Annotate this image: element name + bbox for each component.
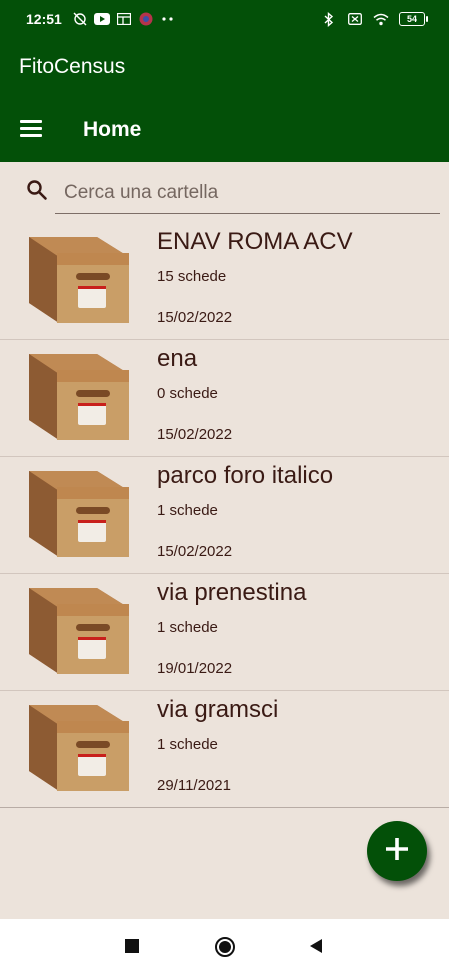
folder-count: 1 schede	[157, 502, 218, 519]
alarm-off-icon	[72, 11, 88, 27]
folder-date: 19/01/2022	[157, 660, 233, 677]
list-item[interactable]: parco foro italico 1 schede 15/02/2022	[0, 457, 449, 574]
wifi-icon	[373, 11, 389, 27]
back-triangle-icon[interactable]	[306, 936, 326, 956]
folder-count: 1 schede	[157, 619, 218, 636]
folder-box-icon	[27, 586, 131, 678]
app-title-bar: FitoCensus	[0, 40, 449, 95]
folder-count: 0 schede	[157, 385, 218, 402]
search-input[interactable]	[55, 172, 440, 214]
navigation-bar	[0, 919, 449, 973]
list-item[interactable]: ENAV ROMA ACV 15 schede 15/02/2022	[0, 223, 449, 340]
folder-count: 15 schede	[157, 268, 227, 285]
search-bar	[0, 162, 449, 222]
bluetooth-icon	[321, 11, 337, 27]
folder-date: 15/02/2022	[157, 543, 233, 560]
toolbar: Home	[0, 95, 449, 162]
folder-box-icon	[27, 352, 131, 444]
app-title: FitoCensus	[19, 55, 126, 78]
folder-name: parco foro italico	[157, 462, 334, 489]
list-item[interactable]: via prenestina 1 schede 19/01/2022	[0, 574, 449, 691]
folder-name: ENAV ROMA ACV	[157, 228, 353, 255]
cast-icon	[116, 11, 132, 27]
recents-square-icon[interactable]	[122, 936, 142, 956]
app-icon	[138, 11, 154, 27]
folder-count: 1 schede	[157, 736, 218, 753]
folder-box-icon	[27, 703, 131, 795]
plus-icon	[384, 836, 410, 867]
sim-x-icon	[347, 11, 363, 27]
search-icon	[25, 178, 49, 202]
youtube-icon	[94, 11, 110, 27]
folder-date: 15/02/2022	[157, 426, 233, 443]
more-dots-icon	[160, 11, 176, 27]
folder-date: 15/02/2022	[157, 309, 233, 326]
folder-list: ENAV ROMA ACV 15 schede 15/02/2022 ena 0 sch…	[0, 223, 449, 808]
page-title: Home	[83, 118, 142, 141]
list-item[interactable]: via gramsci 1 schede 29/11/2021	[0, 691, 449, 808]
battery-icon: 54	[399, 12, 428, 26]
add-folder-button[interactable]	[367, 821, 427, 881]
folder-name: ena	[157, 345, 198, 372]
folder-box-icon	[27, 469, 131, 561]
status-time: 12:51	[26, 11, 62, 27]
folder-date: 29/11/2021	[157, 777, 231, 794]
home-circle-icon[interactable]	[214, 936, 235, 957]
status-bar: 12:51 54	[0, 0, 449, 40]
folder-box-icon	[27, 235, 131, 327]
folder-name: via gramsci	[157, 696, 279, 723]
folder-name: via prenestina	[157, 579, 307, 606]
hamburger-menu-icon[interactable]	[20, 120, 44, 138]
list-item[interactable]: ena 0 schede 15/02/2022	[0, 340, 449, 457]
